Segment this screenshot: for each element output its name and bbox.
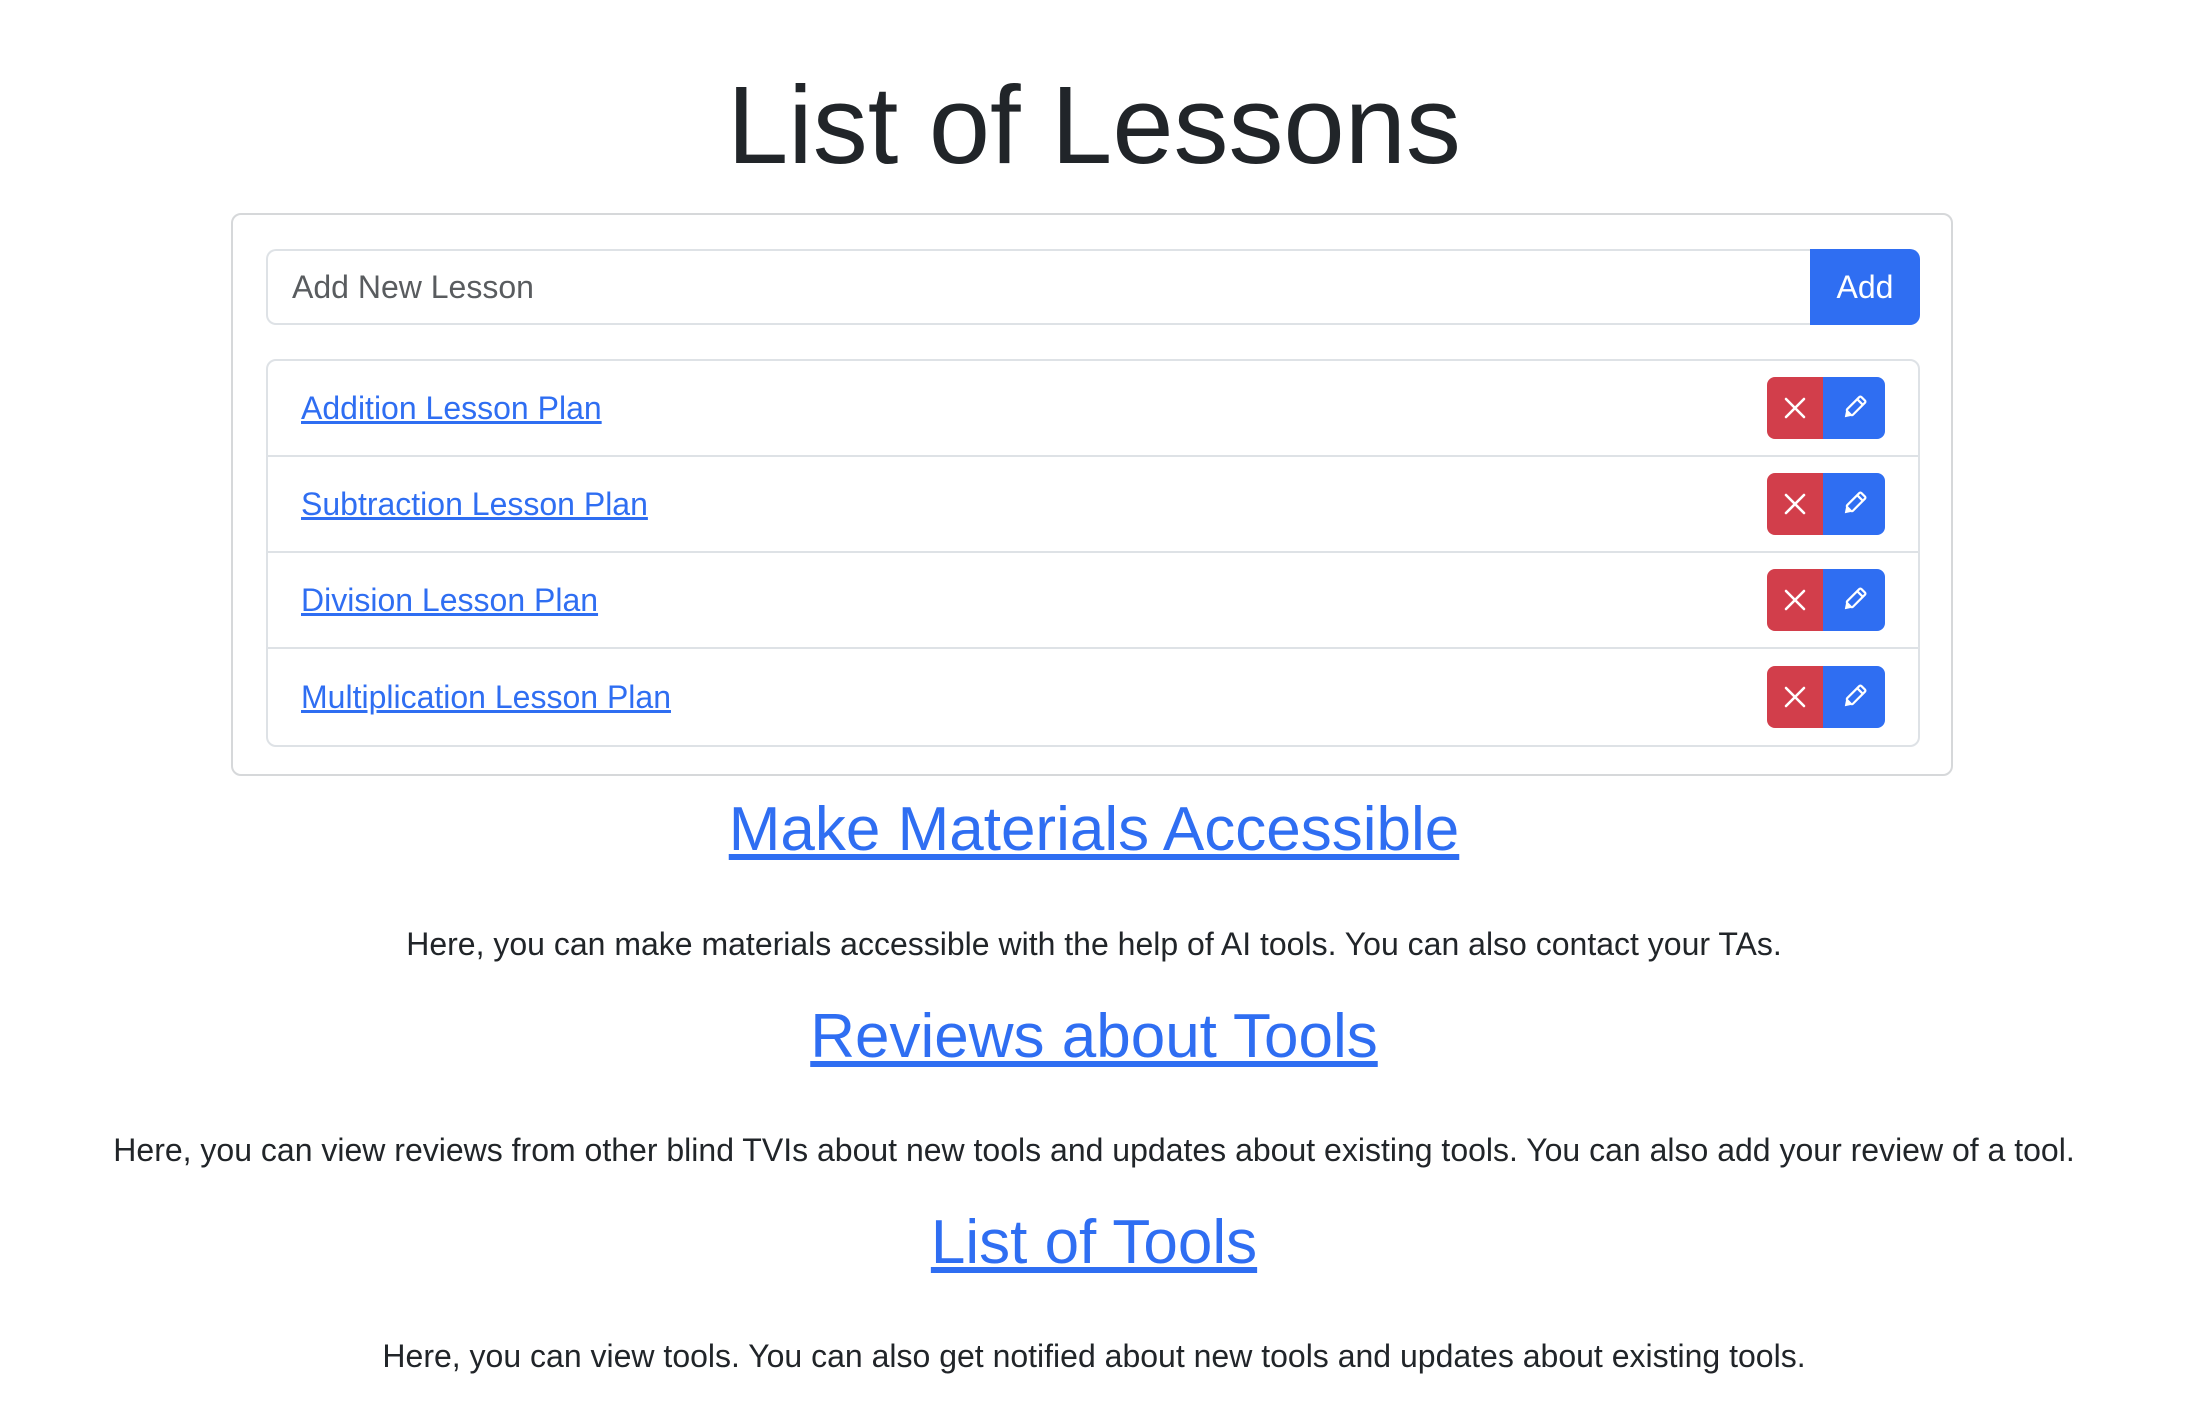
lesson-list: Addition Lesson Plan Subtraction Lesson … (266, 359, 1920, 747)
close-icon (1784, 686, 1806, 708)
pencil-icon (1844, 587, 1867, 610)
close-icon (1784, 493, 1806, 515)
new-lesson-input[interactable] (266, 249, 1810, 325)
close-icon (1784, 397, 1806, 419)
lesson-link[interactable]: Addition Lesson Plan (301, 390, 602, 427)
lesson-link[interactable]: Multiplication Lesson Plan (301, 679, 671, 716)
lesson-actions (1767, 473, 1885, 535)
edit-lesson-button[interactable] (1823, 473, 1885, 535)
reviews-about-tools-link[interactable]: Reviews about Tools (810, 1002, 1378, 1071)
lesson-item: Multiplication Lesson Plan (268, 649, 1918, 745)
edit-lesson-button[interactable] (1823, 569, 1885, 631)
close-icon (1784, 589, 1806, 611)
lesson-item: Division Lesson Plan (268, 553, 1918, 649)
add-lesson-button[interactable]: Add (1810, 249, 1920, 325)
pencil-icon (1844, 491, 1867, 514)
make-materials-accessible-link[interactable]: Make Materials Accessible (729, 795, 1460, 864)
lesson-actions (1767, 569, 1885, 631)
lesson-link[interactable]: Division Lesson Plan (301, 582, 598, 619)
section-text-reviews: Here, you can view reviews from other bl… (113, 1132, 2075, 1168)
page-title: List of Lessons (727, 64, 1461, 187)
list-of-tools-link[interactable]: List of Tools (931, 1208, 1257, 1277)
delete-lesson-button[interactable] (1767, 473, 1823, 535)
section-heading-reviews: Reviews about Tools (0, 1000, 2188, 1074)
section-text-tools: Here, you can view tools. You can also g… (382, 1338, 1806, 1374)
add-lesson-group: Add (266, 249, 1920, 325)
lesson-link[interactable]: Subtraction Lesson Plan (301, 486, 648, 523)
lesson-actions (1767, 666, 1885, 728)
edit-lesson-button[interactable] (1823, 666, 1885, 728)
section-heading-tools: List of Tools (0, 1206, 2188, 1280)
pencil-icon (1844, 684, 1867, 707)
delete-lesson-button[interactable] (1767, 569, 1823, 631)
edit-lesson-button[interactable] (1823, 377, 1885, 439)
lessons-card: Add Addition Lesson Plan Subtraction Les… (231, 213, 1953, 776)
lesson-item: Addition Lesson Plan (268, 361, 1918, 457)
section-heading-accessible: Make Materials Accessible (0, 793, 2188, 867)
delete-lesson-button[interactable] (1767, 377, 1823, 439)
section-text-accessible: Here, you can make materials accessible … (406, 926, 1782, 962)
lesson-item: Subtraction Lesson Plan (268, 457, 1918, 553)
lesson-actions (1767, 377, 1885, 439)
delete-lesson-button[interactable] (1767, 666, 1823, 728)
pencil-icon (1844, 395, 1867, 418)
